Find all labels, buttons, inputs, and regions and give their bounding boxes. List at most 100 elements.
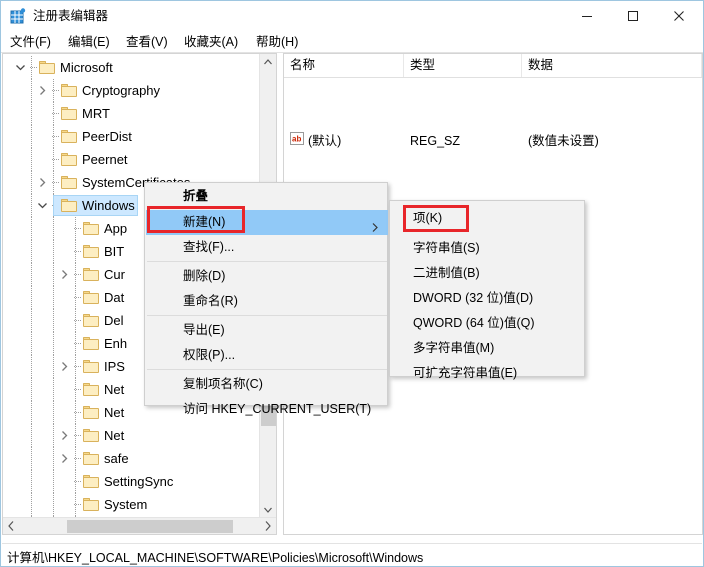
values-column-header: 名称 类型 数据 (284, 54, 702, 78)
submenu-item-1[interactable]: 字符串值(S) (391, 236, 585, 261)
tree-item-safe[interactable]: safe (3, 447, 259, 470)
chevron-down-icon[interactable] (15, 62, 26, 73)
context-menu-item-7[interactable]: 复制项名称(C) (146, 372, 388, 397)
tree-item-label: BIT (104, 244, 125, 259)
tree-guide-stub (74, 297, 81, 298)
menu-item-1[interactable]: 编辑(E) (65, 34, 113, 51)
tree-guide-line (53, 263, 54, 286)
column-header-1[interactable]: 类型 (404, 54, 522, 77)
tree-guide-line (31, 286, 32, 309)
column-header-2[interactable]: 数据 (522, 54, 702, 77)
tree-guide-line (31, 378, 32, 401)
folder-icon (83, 429, 99, 442)
context-menu-item-8[interactable]: 访问 HKEY_CURRENT_USER(T) (146, 397, 388, 422)
tree-guide-line (31, 240, 32, 263)
tree-guide-line (53, 401, 54, 424)
tree-item-peerdist[interactable]: PeerDist (3, 125, 259, 148)
submenu-item-4[interactable]: QWORD (64 位)值(Q) (391, 311, 585, 336)
menu-item-0[interactable]: 文件(F) (7, 34, 54, 51)
tree-guide-stub (52, 136, 59, 137)
context-menu: 折叠新建(N) 查找(F)... 删除(D) 重命名(R) 导出(E) 权限(P)... 复… (144, 182, 388, 416)
tree-guide-line (53, 447, 54, 470)
tree-item-label: System (104, 497, 148, 512)
minimize-icon[interactable] (564, 1, 610, 31)
tree-item-cryptography[interactable]: Cryptography (3, 79, 259, 102)
new-submenu: 项(K) 字符串值(S) 二进制值(B) DWORD (32 位)值(D) QWORD … (389, 200, 585, 380)
submenu-item-5[interactable]: 多字符串值(M) (391, 336, 585, 361)
tree-horizontal-scroll-thumb[interactable] (67, 520, 233, 533)
tree-item-settingsync[interactable]: SettingSync (3, 470, 259, 493)
tree-item-microsoft[interactable]: Microsoft (3, 56, 259, 79)
scroll-up-icon[interactable] (260, 54, 276, 71)
tree-guide-line (53, 217, 54, 240)
tree-guide-line (53, 493, 54, 516)
svg-text:ab: ab (292, 135, 301, 144)
context-menu-item-1[interactable]: 新建(N) (146, 210, 388, 235)
status-bar: 计算机\HKEY_LOCAL_MACHINE\SOFTWARE\Policies… (2, 543, 702, 565)
tree-item-label: Net (104, 405, 125, 420)
menu-separator (147, 261, 387, 262)
context-menu-item-label: 折叠 (183, 189, 209, 203)
maximize-icon[interactable] (610, 1, 656, 31)
context-menu-item-2[interactable]: 查找(F)... (146, 235, 388, 260)
tree-guide-stub (52, 182, 59, 183)
tree-guide-stub (74, 504, 81, 505)
tree-item-label: Del (104, 313, 124, 328)
tree-item-label: Net (104, 428, 125, 443)
tree-guide-line (31, 263, 32, 286)
submenu-item-3[interactable]: DWORD (32 位)值(D) (391, 286, 585, 311)
context-menu-item-label: 权限(P)... (183, 348, 236, 362)
chevron-right-icon[interactable] (59, 453, 70, 464)
chevron-right-icon[interactable] (59, 361, 70, 372)
tree-guide-line (31, 171, 32, 194)
chevron-down-icon[interactable] (37, 200, 48, 211)
tree-guide-line (31, 401, 32, 424)
tree-item-peernet[interactable]: Peernet (3, 148, 259, 171)
chevron-right-icon[interactable] (59, 430, 70, 441)
folder-icon (61, 153, 77, 166)
scroll-down-icon[interactable] (260, 501, 276, 518)
tree-guide-line (53, 355, 54, 378)
menu-item-4[interactable]: 帮助(H) (253, 34, 301, 51)
context-menu-item-label: 重命名(R) (183, 294, 238, 308)
column-header-0[interactable]: 名称 (284, 54, 404, 77)
folder-icon (83, 452, 99, 465)
chevron-right-icon[interactable] (37, 85, 48, 96)
tree-guide-line (53, 240, 54, 263)
menu-item-2[interactable]: 查看(V) (123, 34, 171, 51)
chevron-right-icon[interactable] (59, 269, 70, 280)
close-icon[interactable] (656, 1, 702, 31)
context-menu-item-0[interactable]: 折叠 (146, 184, 388, 209)
tree-guide-stub (74, 481, 81, 482)
context-menu-item-6[interactable]: 权限(P)... (146, 343, 388, 368)
window-title: 注册表编辑器 (33, 9, 109, 23)
submenu-item-6[interactable]: 可扩充字符串值(E) (391, 361, 585, 386)
tree-item-system[interactable]: System (3, 493, 259, 516)
tree-guide-line (31, 309, 32, 332)
tree-horizontal-scrollbar[interactable] (3, 517, 276, 534)
folder-icon (61, 107, 77, 120)
scroll-right-icon[interactable] (259, 518, 276, 534)
folder-icon (83, 337, 99, 350)
tree-item-label: Cryptography (82, 83, 161, 98)
tree-guide-line (31, 194, 32, 217)
context-menu-item-4[interactable]: 重命名(R) (146, 289, 388, 314)
context-menu-item-label: 查找(F)... (183, 240, 235, 254)
tree-item-label: App (104, 221, 128, 236)
menu-separator (147, 369, 387, 370)
tree-guide-line (31, 332, 32, 355)
context-menu-item-5[interactable]: 导出(E) (146, 318, 388, 343)
folder-icon (83, 268, 99, 281)
title-bar: 注册表编辑器 (1, 1, 703, 32)
context-menu-item-3[interactable]: 删除(D) (146, 264, 388, 289)
tree-item-label: Enh (104, 336, 128, 351)
submenu-item-2[interactable]: 二进制值(B) (391, 261, 585, 286)
submenu-item-0[interactable]: 项(K) (391, 206, 585, 231)
tree-item-net[interactable]: Net (3, 424, 259, 447)
context-menu-item-label: 复制项名称(C) (183, 377, 263, 391)
tree-item-label: Peernet (82, 152, 128, 167)
scroll-left-icon[interactable] (3, 518, 20, 534)
menu-item-3[interactable]: 收藏夹(A) (181, 34, 241, 51)
chevron-right-icon[interactable] (37, 177, 48, 188)
tree-item-mrt[interactable]: MRT (3, 102, 259, 125)
